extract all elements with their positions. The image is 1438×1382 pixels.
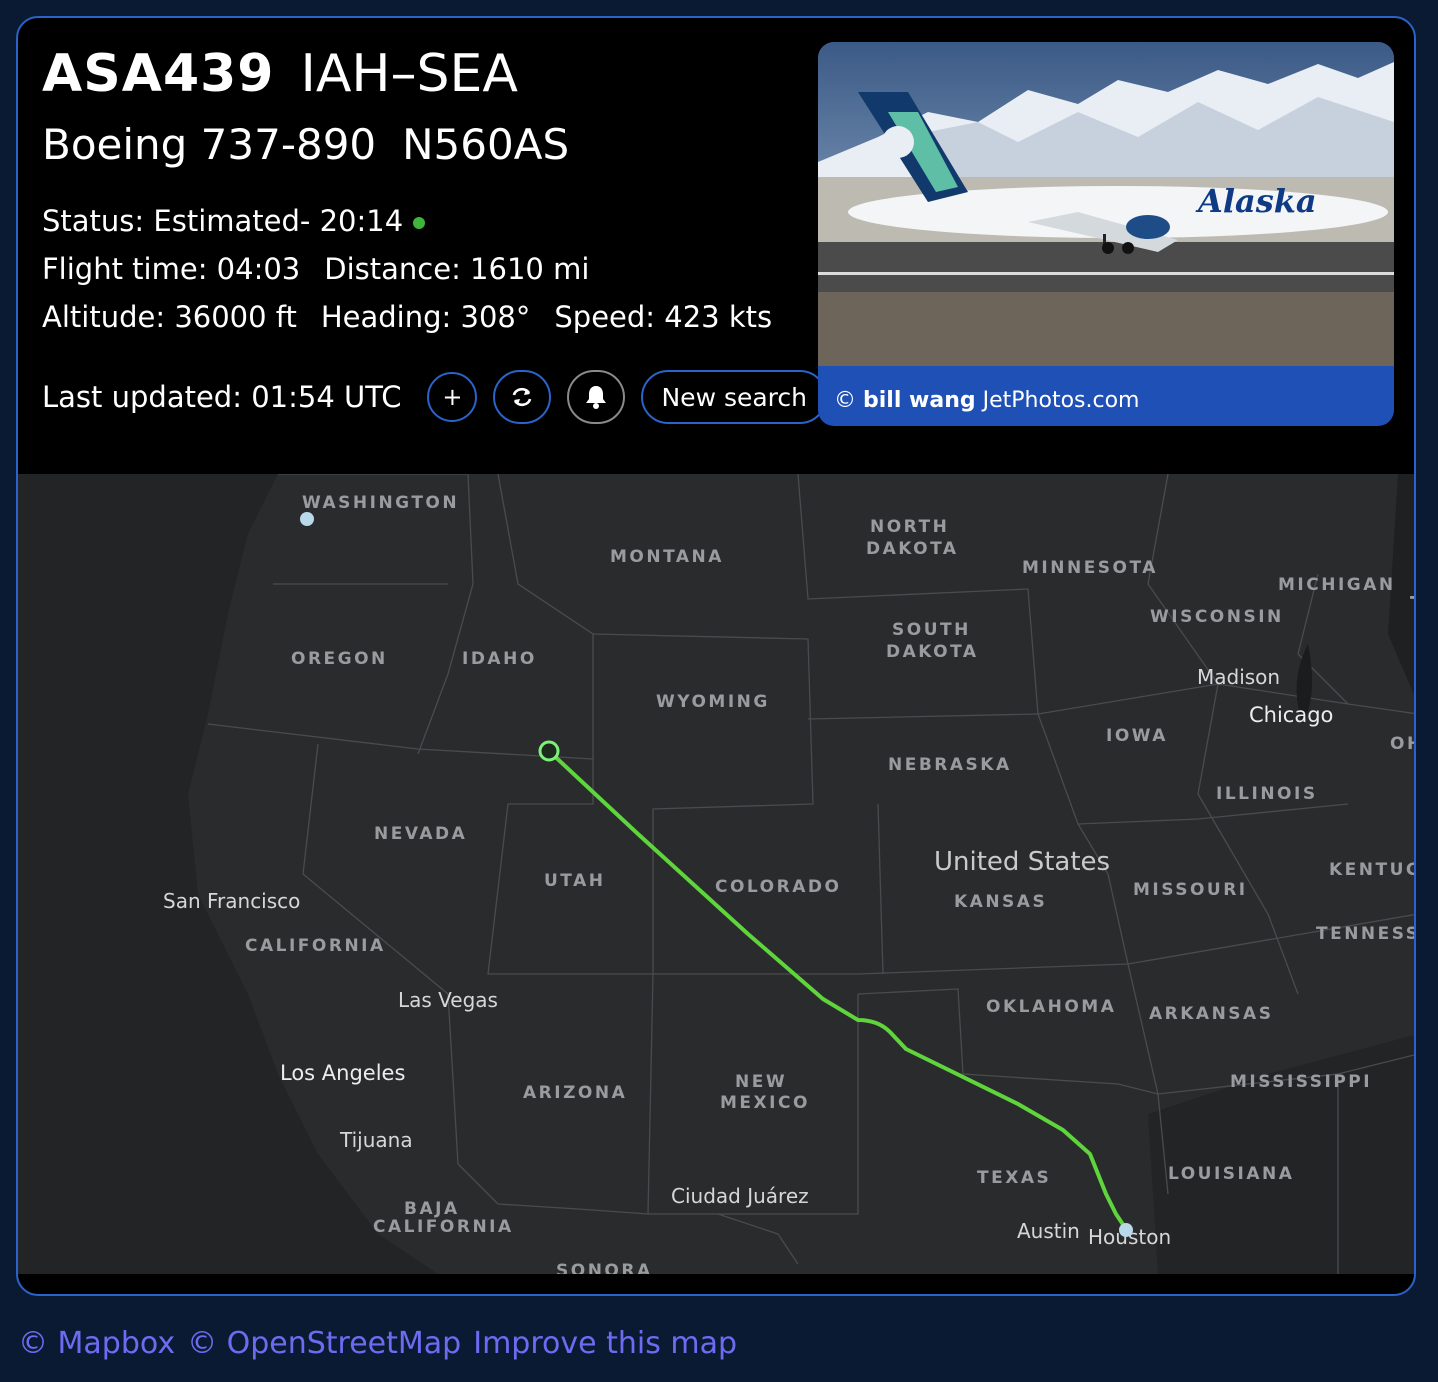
flight-time: Flight time: 04:03 [42,252,301,286]
notify-button[interactable] [567,370,626,424]
state-label: MISSOURI [1133,880,1248,900]
state-label: WISCONSIN [1150,607,1284,627]
route: IAH–SEA [300,44,518,104]
state-label: T [1410,592,1416,616]
aircraft-row: Boeing 737-890 N560AS [42,120,802,169]
destination-airport-marker[interactable] [300,512,314,526]
distance: Distance: 1610 mi [324,252,590,286]
status-line: Status: Estimated- 20:14 [42,197,802,245]
state-label: MICHIGAN [1278,575,1396,595]
add-button[interactable]: + [427,372,478,422]
photo-credit[interactable]: © bill wang JetPhotos.com [834,388,1139,413]
state-label: BAJA [404,1199,460,1219]
refresh-icon [513,387,532,407]
state-label: NORTH [870,517,949,537]
bell-icon [586,386,607,409]
aircraft-photo-panel: Alaska © bill wang JetPhotos.com [818,42,1394,426]
state-label: MISSISSIPPI [1230,1072,1372,1092]
state-label: MEXICO [720,1093,810,1113]
mapbox-link[interactable]: © Mapbox [18,1326,175,1361]
flight-card: ASA439 IAH–SEA Boeing 737-890 N560AS Sta… [16,16,1416,1296]
aircraft-photo[interactable]: Alaska [818,42,1394,366]
state-label: KENTUCK [1329,860,1416,880]
state-label: NEBRASKA [888,755,1012,775]
state-label: UTAH [544,871,605,891]
osm-link[interactable]: © OpenStreetMap [187,1326,461,1361]
state-label: DAKOTA [866,539,959,559]
city-label: San Francisco [163,889,300,913]
city-label: Chicago [1249,703,1333,727]
status-text: Status: Estimated- 20:14 [42,204,404,238]
improve-map-link[interactable]: Improve this map [473,1326,737,1361]
state-label: OH [1390,734,1416,754]
city-label: Las Vegas [398,988,498,1012]
city-label: Tijuana [339,1128,413,1152]
state-label: ARKANSAS [1149,1004,1273,1024]
heading: Heading: 308° [320,300,531,334]
map-attribution: © Mapbox © OpenStreetMap Improve this ma… [18,1326,737,1361]
state-label: KANSAS [954,892,1047,912]
state-label: ARIZONA [523,1083,627,1103]
altitude-line: Altitude: 36000 ft Heading: 308° Speed: … [42,293,802,341]
flight-info: ASA439 IAH–SEA Boeing 737-890 N560AS Sta… [42,48,802,341]
time-distance-line: Flight time: 04:03 Distance: 1610 mi [42,245,802,293]
state-label: OREGON [291,649,388,669]
state-label: OKLAHOMA [986,997,1116,1017]
state-label: IOWA [1106,726,1168,746]
state-label: MONTANA [610,547,724,567]
photo-source: JetPhotos.com [982,388,1140,413]
map-canvas[interactable]: WASHINGTON MONTANA NORTH DAKOTA MINNESOT… [18,474,1416,1274]
city-label: Madison [1197,665,1280,689]
state-label: TENNESSE [1316,924,1416,944]
state-label: DAKOTA [886,642,979,662]
state-label: ILLINOIS [1216,784,1318,804]
city-label: Los Angeles [280,1061,405,1085]
last-updated: Last updated: 01:54 UTC [42,380,402,414]
flight-map[interactable]: WASHINGTON MONTANA NORTH DAKOTA MINNESOT… [18,474,1416,1274]
origin-airport-marker[interactable] [1119,1223,1133,1237]
state-label: IDAHO [462,649,537,669]
state-label: MINNESOTA [1022,558,1158,578]
state-label: WASHINGTON [302,493,459,513]
city-label: Austin [1017,1219,1080,1243]
photographer: bill wang [863,388,976,413]
livery-text: Alaska [1195,182,1317,220]
state-label: COLORADO [715,877,841,897]
state-label: TEXAS [977,1168,1051,1188]
callsign: ASA439 [42,44,275,104]
state-label: LOUISIANA [1168,1164,1294,1184]
country-label: United States [934,847,1110,877]
status-dot-icon [413,217,426,229]
altitude: Altitude: 36000 ft [42,300,297,334]
flight-title: ASA439 IAH–SEA [42,48,802,100]
city-label: Ciudad Juárez [671,1184,809,1208]
action-row: Last updated: 01:54 UTC + New search [42,370,828,424]
state-label: NEW [735,1072,787,1092]
state-label: SOUTH [892,620,971,640]
registration: N560AS [402,120,570,169]
aircraft-position-marker[interactable] [538,740,560,762]
state-label: WYOMING [656,692,770,712]
state-label: CALIFORNIA [373,1217,514,1237]
refresh-button[interactable] [493,370,552,424]
state-label: NEVADA [374,824,467,844]
state-label: SONORA [556,1261,653,1274]
aircraft-type: Boeing 737-890 [42,120,377,169]
new-search-button[interactable]: New search [641,370,828,424]
state-label: CALIFORNIA [245,936,386,956]
speed: Speed: 423 kts [554,300,773,334]
